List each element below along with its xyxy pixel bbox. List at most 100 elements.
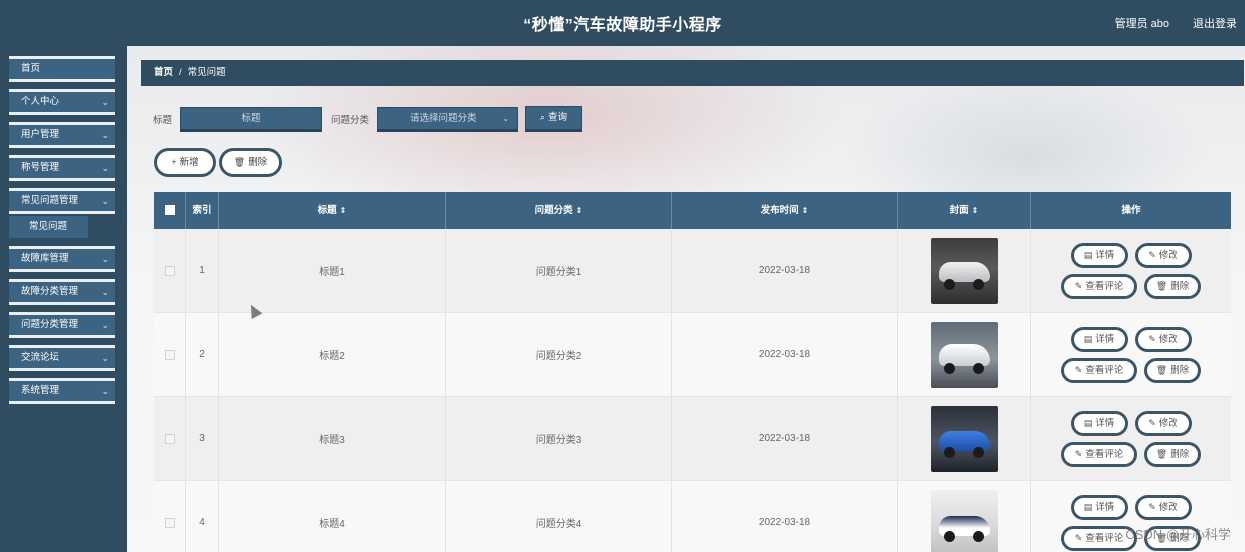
row-category: 问题分类4 [446, 481, 672, 552]
detail-button-label: 详情 [1095, 333, 1115, 345]
pencil-icon: ✎ [1074, 448, 1083, 459]
edit-button[interactable]: ✎ 修改 [1134, 410, 1192, 436]
add-button[interactable]: + 新增 [154, 148, 216, 177]
delete-button-label: 删除 [1170, 448, 1190, 460]
row-actions: ▤ 详情 ✎ 修改 ✎ 查看评论 🗑 删除 [1031, 397, 1231, 480]
chevron-down-icon: ⌄ [101, 353, 109, 363]
sidebar-item-label: 交流论坛 [21, 352, 60, 363]
sidebar-item-system[interactable]: 系统管理 ⌄ [9, 378, 115, 404]
sidebar-item-label: 故障分类管理 [21, 286, 79, 297]
row-category: 问题分类1 [446, 229, 672, 312]
view-comments-button[interactable]: ✎ 查看评论 [1061, 357, 1137, 383]
view-comments-label: 查看评论 [1085, 280, 1124, 292]
column-header-category[interactable]: 问题分类 ⇕ [446, 192, 672, 229]
view-comments-button[interactable]: ✎ 查看评论 [1061, 273, 1137, 299]
sidebar-item-users[interactable]: 用户管理 ⌄ [9, 122, 115, 148]
car-wheel [972, 446, 984, 458]
sidebar-item-forum[interactable]: 交流论坛 ⌄ [9, 345, 115, 371]
sort-icon: ⇕ [801, 206, 809, 215]
chevron-down-icon: ⌄ [502, 113, 510, 123]
sidebar-item-label: 个人中心 [21, 96, 60, 107]
edit-button[interactable]: ✎ 修改 [1134, 494, 1192, 520]
trash-icon: 🗑 [1155, 280, 1168, 291]
cover-image-white-sedan [930, 321, 998, 388]
sidebar-subitem-faq[interactable]: 常见问题 [9, 216, 88, 238]
row-checkbox[interactable] [164, 349, 175, 360]
view-comments-label: 查看评论 [1085, 364, 1124, 376]
cover-image-white-sports-car [930, 237, 998, 304]
detail-button[interactable]: ▤ 详情 [1070, 410, 1128, 436]
detail-button[interactable]: ▤ 详情 [1070, 242, 1128, 268]
search-icon: ⌕ [540, 112, 546, 122]
sidebar-item-titles[interactable]: 称号管理 ⌄ [9, 155, 115, 181]
column-header-cover[interactable]: 封面 ⇕ [898, 192, 1031, 229]
delete-button-label: 删除 [1170, 364, 1190, 376]
column-header-ops: 操作 [1121, 205, 1141, 216]
table-header: 索引 标题 ⇕ 问题分类 ⇕ 发布时间 ⇕ 封面 ⇕ 操作 [154, 192, 1231, 229]
sidebar-item-label: 用户管理 [21, 129, 60, 140]
delete-button[interactable]: 🗑 删除 [1144, 357, 1201, 383]
sidebar-item-label: 常见问题管理 [21, 195, 79, 206]
row-date: 2022-03-18 [672, 229, 898, 312]
sidebar-item-home[interactable]: 首页 [9, 56, 115, 82]
table-row: 3 标题3 问题分类3 2022-03-18 ▤详情 ✎修改 ✎查看评论 [154, 397, 1231, 481]
row-actions: ▤ 详情 ✎ 修改 ✎ 查看评论 🗑 删除 [1031, 313, 1231, 396]
pencil-icon: ✎ [1074, 364, 1083, 375]
cover-image-white-concept-car [930, 489, 998, 552]
title-search-input[interactable]: 标题 [180, 106, 323, 132]
column-header-category-label: 问题分类 [534, 205, 573, 216]
breadcrumb-current: 常见问题 [187, 67, 226, 78]
car-wheel [943, 278, 955, 290]
delete-button[interactable]: 🗑 删除 [1144, 441, 1201, 467]
pencil-icon: ✎ [1148, 249, 1156, 260]
action-bar: + 新增 🗑 删除 [154, 148, 285, 177]
sidebar-item-question-category[interactable]: 问题分类管理 ⌄ [9, 312, 115, 338]
chevron-down-icon: ⌄ [101, 97, 109, 107]
query-button[interactable]: ⌕ 查询 [525, 106, 583, 132]
sidebar: 首页 个人中心 ⌄ 用户管理 ⌄ 称号管理 ⌄ 常见问题管理 ⌄ 常见问题 故障库管理 ⌄… [0, 46, 127, 552]
sidebar-item-faq[interactable]: 常见问题管理 ⌄ [9, 188, 115, 214]
detail-button[interactable]: ▤ 详情 [1070, 494, 1128, 520]
chevron-down-icon: ⌄ [101, 196, 109, 206]
pencil-icon: ✎ [1074, 280, 1083, 291]
category-select[interactable]: 请选择问题分类 ⌄ [377, 106, 519, 132]
edit-button[interactable]: ✎ 修改 [1134, 326, 1192, 352]
delete-button[interactable]: 🗑 删除 [1144, 273, 1201, 299]
view-comments-button[interactable]: ✎ 查看评论 [1061, 441, 1137, 467]
car-wheel [972, 362, 984, 374]
select-all-checkbox[interactable] [164, 205, 175, 216]
document-icon: ▤ [1083, 249, 1093, 260]
sidebar-item-fault-library[interactable]: 故障库管理 ⌄ [9, 246, 115, 272]
edit-button[interactable]: ✎ 修改 [1134, 242, 1192, 268]
breadcrumb-home[interactable]: 首页 [154, 67, 173, 78]
logout-link[interactable]: 退出登录 [1193, 15, 1237, 31]
row-checkbox[interactable] [164, 517, 175, 528]
add-button-label: 新增 [179, 157, 199, 168]
detail-button[interactable]: ▤ 详情 [1070, 326, 1128, 352]
main-content: 首页 / 常见问题 标题 标题 问题分类 请选择问题分类 ⌄ ⌕ 查询 + 新增 🗑 删除 … [127, 46, 1245, 552]
row-checkbox[interactable] [164, 433, 175, 444]
column-header-date-label: 发布时间 [760, 205, 799, 216]
trash-icon: 🗑 [1155, 364, 1168, 375]
detail-button-label: 详情 [1095, 249, 1115, 261]
row-title: 标题1 [219, 229, 446, 312]
table-row: 1 标题1 问题分类1 2022-03-18 ▤详情 ✎修改 ✎查看评论 [154, 229, 1231, 313]
table-row: 2 标题2 问题分类2 2022-03-18 ▤详情 ✎修改 ✎查看评论 [154, 313, 1231, 397]
chevron-down-icon: ⌄ [101, 287, 109, 297]
view-comments-label: 查看评论 [1085, 532, 1124, 544]
row-checkbox[interactable] [164, 265, 175, 276]
view-comments-label: 查看评论 [1085, 448, 1124, 460]
app-title: “秒懂”汽车故障助手小程序 [523, 17, 722, 34]
batch-delete-button[interactable]: 🗑 删除 [219, 148, 282, 177]
sidebar-item-fault-category[interactable]: 故障分类管理 ⌄ [9, 279, 115, 305]
car-wheel [943, 446, 955, 458]
row-date: 2022-03-18 [672, 397, 898, 480]
sort-icon: ⇕ [339, 206, 347, 215]
column-header-date[interactable]: 发布时间 ⇕ [672, 192, 898, 229]
chevron-down-icon: ⌄ [101, 254, 109, 264]
trash-icon: 🗑 [1155, 448, 1168, 459]
top-bar: “秒懂”汽车故障助手小程序 管理员 abo 退出登录 [0, 0, 1245, 46]
row-select-cell [154, 313, 186, 396]
sidebar-item-personal[interactable]: 个人中心 ⌄ [9, 89, 115, 115]
column-header-title[interactable]: 标题 ⇕ [219, 192, 446, 229]
